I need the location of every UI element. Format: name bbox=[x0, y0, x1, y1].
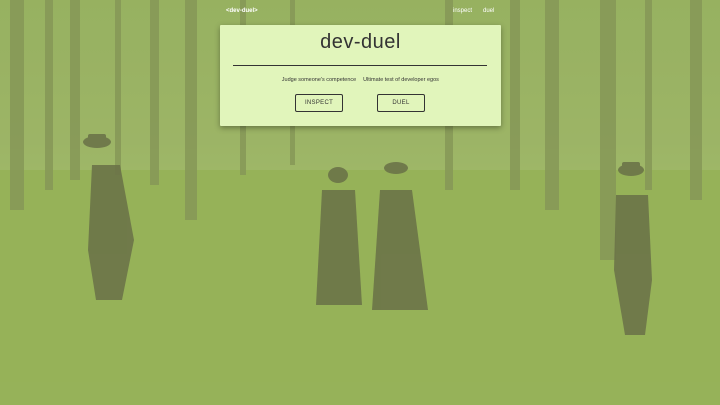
top-navbar: <dev-duel> inspect duel bbox=[0, 0, 720, 24]
duel-description: Ultimate test of developer egos bbox=[363, 77, 439, 83]
duel-button[interactable]: DUEL bbox=[377, 94, 425, 112]
inspect-description: Judge someone's competence bbox=[281, 77, 357, 83]
duel-option: Ultimate test of developer egos DUEL bbox=[356, 77, 446, 112]
nav-link-duel[interactable]: duel bbox=[483, 8, 494, 14]
brand-logo-link[interactable]: <dev-duel> bbox=[226, 8, 258, 14]
nav-link-inspect[interactable]: inspect bbox=[453, 8, 472, 14]
inspect-button[interactable]: INSPECT bbox=[295, 94, 343, 112]
main-card: dev-duel Judge someone's competence INSP… bbox=[220, 25, 501, 126]
title-divider bbox=[233, 65, 487, 66]
page-title: dev-duel bbox=[320, 31, 401, 53]
inspect-option: Judge someone's competence INSPECT bbox=[274, 77, 364, 112]
